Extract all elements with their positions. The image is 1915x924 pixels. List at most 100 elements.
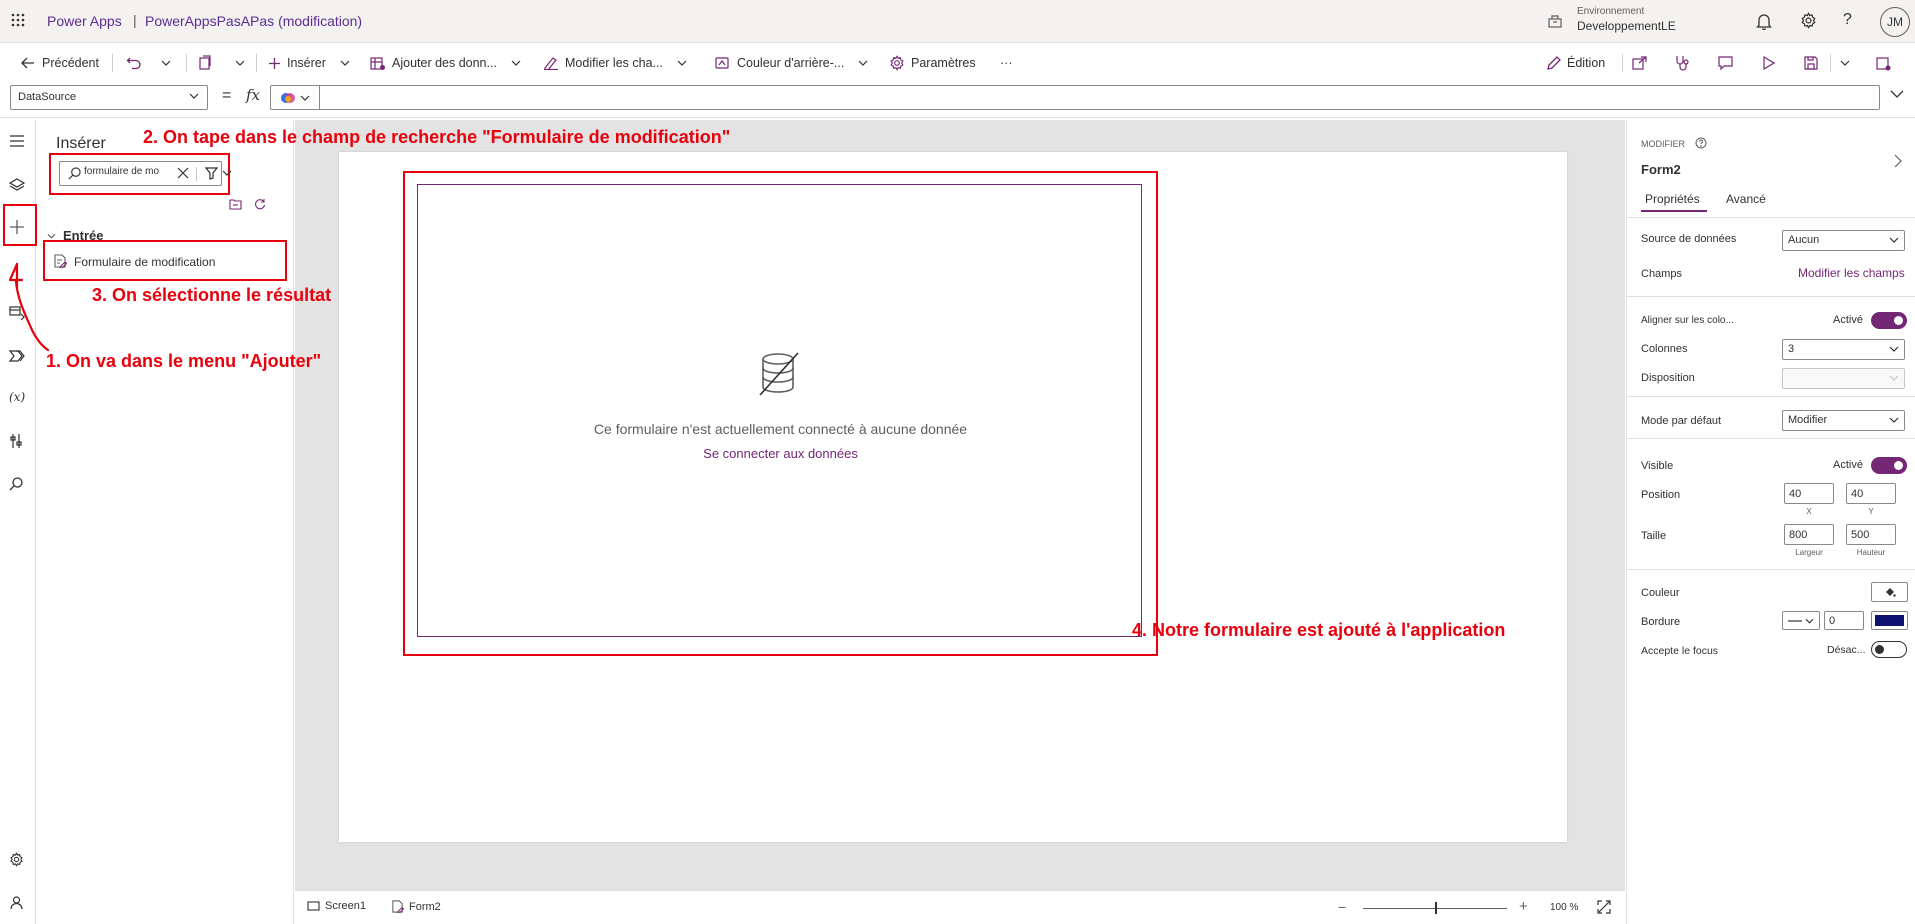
layout-dropdown[interactable] — [1782, 368, 1905, 389]
notifications-icon[interactable] — [1756, 12, 1772, 30]
result-edit-form[interactable]: Formulaire de modification — [43, 240, 287, 281]
border-width-input[interactable] — [1824, 611, 1864, 630]
user-avatar[interactable]: JM — [1880, 7, 1910, 37]
divider — [256, 54, 257, 72]
help-icon[interactable] — [1695, 137, 1707, 149]
chevron-down-icon[interactable] — [222, 170, 232, 176]
width-input[interactable] — [1784, 524, 1834, 545]
search-field[interactable] — [59, 161, 232, 186]
filter-icon[interactable] — [205, 167, 218, 180]
canvas-area: Ce formulaire n'est actuellement connect… — [295, 120, 1625, 890]
height-input[interactable] — [1846, 524, 1896, 545]
paste-menu-button[interactable] — [235, 53, 245, 73]
save-button[interactable] — [1804, 53, 1818, 73]
form-tab-label: Form2 — [409, 900, 441, 913]
tab-properties[interactable]: Propriétés — [1645, 192, 1700, 206]
clear-search-icon[interactable] — [177, 167, 189, 179]
chevron-down-icon — [189, 93, 199, 99]
add-data-button[interactable]: Ajouter des donn... — [370, 53, 521, 73]
property-dropdown[interactable]: DataSource — [10, 85, 208, 110]
divider — [196, 167, 197, 181]
color-label: Couleur — [1641, 587, 1680, 599]
settings-button[interactable]: Paramètres — [889, 53, 976, 73]
datasource-dropdown[interactable]: Aucun — [1782, 230, 1905, 251]
columns-dropdown[interactable]: 3 — [1782, 339, 1905, 360]
edit-fields-link[interactable]: Modifier les champs — [1798, 266, 1905, 280]
size-label: Taille — [1641, 530, 1667, 542]
edit-form-icon — [392, 900, 404, 913]
insert-button[interactable]: Insérer — [268, 53, 350, 73]
copilot-button[interactable] — [270, 85, 320, 110]
edit-mode-button[interactable]: Édition — [1546, 53, 1605, 73]
mode-dropdown[interactable]: Modifier — [1782, 410, 1905, 431]
connect-data-link[interactable]: Se connecter aux données — [418, 446, 1143, 461]
insert-plus-icon[interactable] — [9, 219, 25, 235]
menu-icon[interactable] — [9, 135, 25, 147]
form-tab[interactable]: Form2 — [391, 900, 441, 913]
form-control[interactable]: Ce formulaire n'est actuellement connect… — [417, 184, 1142, 637]
collapse-panel-icon[interactable] — [1894, 154, 1902, 168]
environment-value[interactable]: DeveloppementLE — [1577, 19, 1676, 33]
more-commands-button[interactable]: ··· — [1000, 53, 1013, 73]
x-label: X — [1806, 507, 1812, 516]
settings-gear-icon[interactable] — [1800, 12, 1817, 29]
background-color-button[interactable]: Couleur d'arrière-... — [715, 53, 868, 73]
tab-advanced[interactable]: Avancé — [1726, 192, 1766, 206]
border-color-picker[interactable] — [1871, 611, 1908, 630]
focus-toggle[interactable] — [1871, 641, 1907, 658]
divider — [1627, 438, 1915, 439]
expand-formula-icon[interactable] — [1890, 90, 1904, 99]
zoom-in-button[interactable]: + — [1519, 898, 1528, 915]
preview-button[interactable] — [1762, 53, 1775, 73]
position-x-input[interactable] — [1784, 483, 1834, 504]
formula-input[interactable] — [320, 85, 1880, 110]
save-menu-button[interactable] — [1840, 53, 1850, 73]
annotation-step-3: 3. On sélectionne le résultat — [92, 285, 332, 305]
panel-tools — [229, 198, 266, 210]
search-icon[interactable] — [9, 477, 23, 491]
back-label: Précédent — [42, 56, 99, 70]
edit-fields-button[interactable]: Modifier les cha... — [543, 53, 687, 73]
divider — [186, 54, 187, 72]
app-launcher-icon[interactable] — [11, 13, 25, 27]
help-icon[interactable]: ? — [1843, 11, 1852, 29]
publish-button[interactable] — [1876, 53, 1891, 73]
comments-button[interactable] — [1718, 53, 1733, 73]
import-components-icon[interactable] — [229, 198, 242, 210]
virtual-agent-icon[interactable] — [9, 895, 24, 910]
settings-icon[interactable] — [9, 852, 24, 867]
columns-value: 3 — [1788, 343, 1795, 355]
fields-label: Champs — [1641, 268, 1682, 280]
back-arrow-icon — [21, 57, 34, 69]
screen-tab[interactable]: Screen1 — [307, 900, 366, 912]
control-name: Form2 — [1641, 162, 1681, 177]
fx-icon: fx — [246, 86, 261, 104]
share-button[interactable] — [1632, 53, 1647, 73]
screen-canvas[interactable]: Ce formulaire n'est actuellement connect… — [339, 152, 1567, 842]
zoom-slider-thumb[interactable] — [1435, 902, 1437, 914]
app-checker-button[interactable] — [1675, 53, 1690, 73]
fit-to-window-icon[interactable] — [1597, 900, 1611, 914]
variables-icon[interactable]: (x) — [9, 390, 25, 404]
publish-icon — [1876, 56, 1891, 70]
search-highlight — [49, 153, 232, 195]
insert-panel: Insérer Entrée — [37, 120, 294, 924]
zoom-out-button[interactable]: − — [1338, 899, 1346, 915]
add-data-label: Ajouter des donn... — [392, 56, 497, 70]
advanced-tools-icon[interactable] — [9, 433, 23, 449]
tree-view-layers-icon[interactable] — [9, 178, 25, 192]
border-style-dropdown[interactable] — [1782, 611, 1820, 630]
visible-toggle[interactable] — [1871, 457, 1907, 474]
zoom-value: 100 % — [1550, 902, 1579, 913]
fill-color-picker[interactable] — [1871, 582, 1908, 602]
snap-toggle[interactable] — [1871, 312, 1907, 329]
brand-name[interactable]: Power Apps — [47, 13, 122, 29]
undo-button[interactable] — [126, 53, 142, 73]
undo-menu-button[interactable] — [161, 53, 171, 73]
refresh-icon[interactable] — [254, 198, 266, 210]
divider — [1627, 569, 1915, 570]
paste-button[interactable] — [198, 53, 213, 73]
search-input[interactable] — [84, 166, 174, 177]
back-button[interactable]: Précédent — [20, 53, 99, 73]
position-y-input[interactable] — [1846, 483, 1896, 504]
